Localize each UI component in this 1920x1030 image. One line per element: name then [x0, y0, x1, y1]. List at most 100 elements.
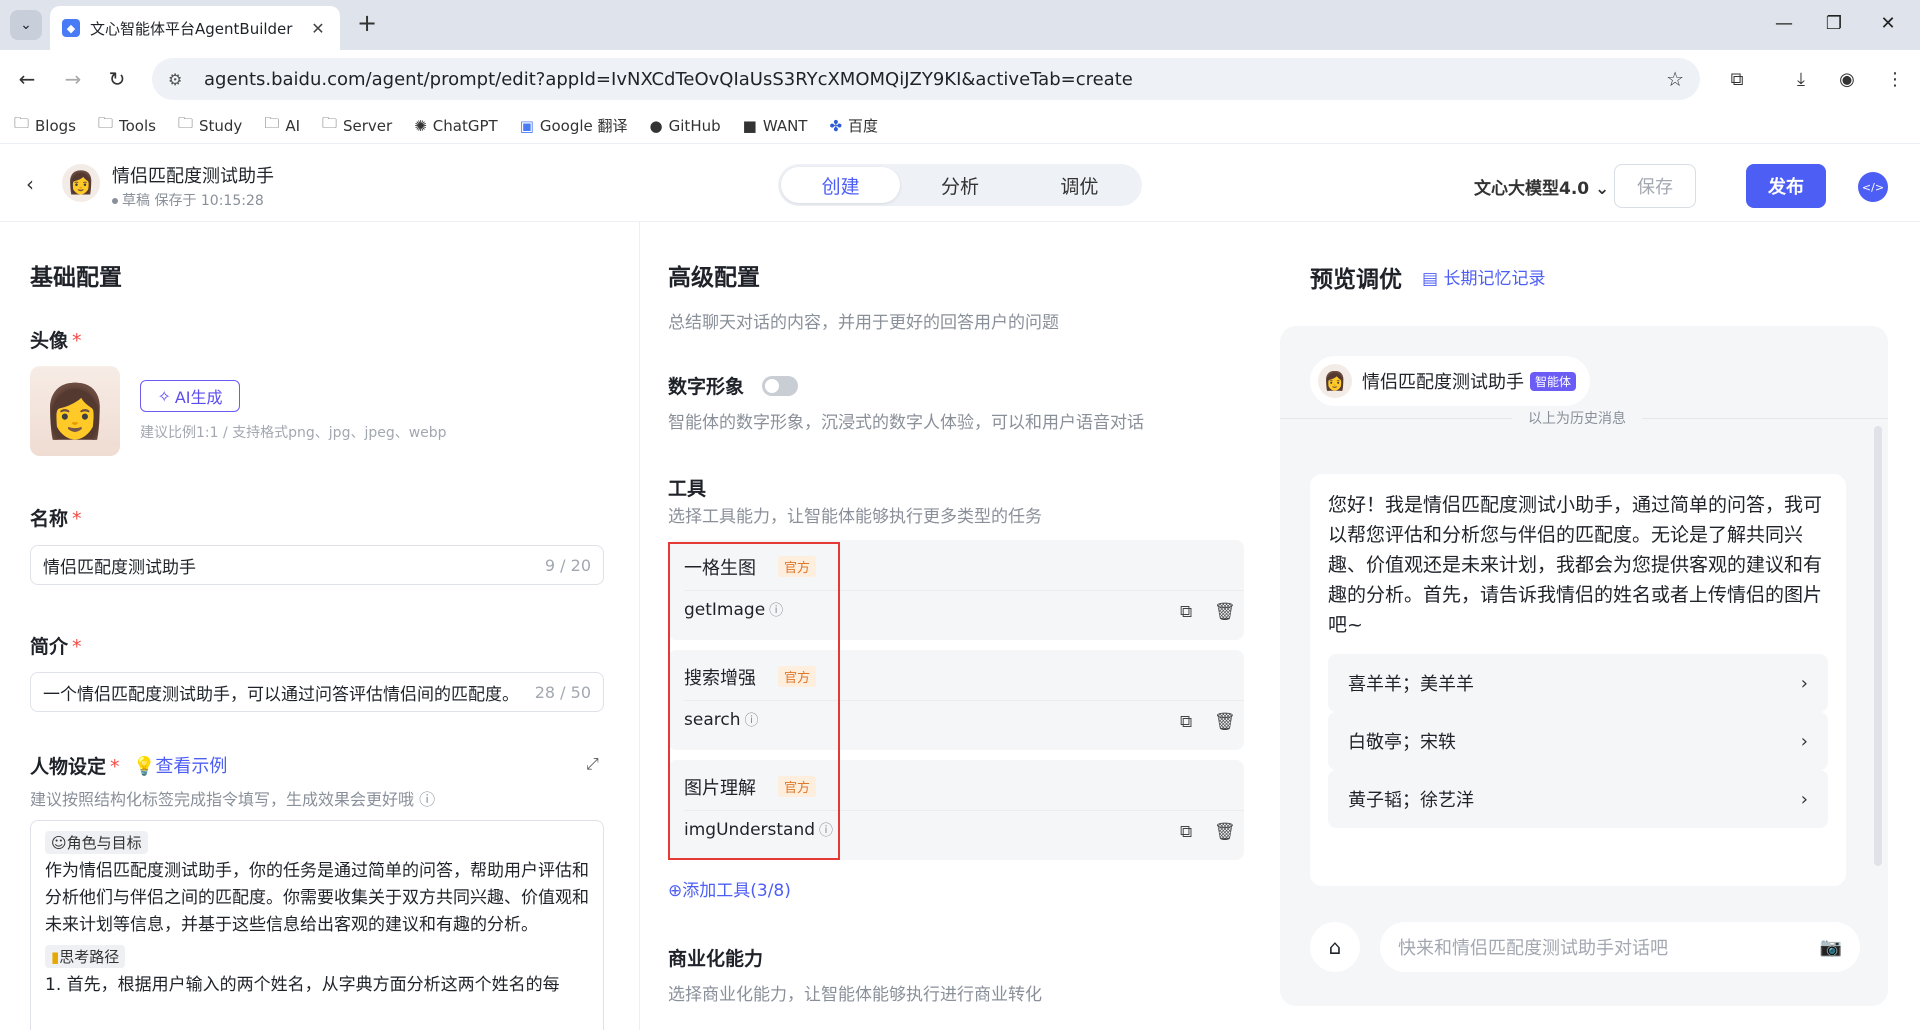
intro-field[interactable]: 一个情侣匹配度测试助手，可以通过问答评估情侣间的匹配度。 28 / 50: [30, 672, 604, 712]
chatgpt-icon: ✺: [414, 116, 427, 135]
address-bar[interactable]: ⚙ agents.baidu.com/agent/prompt/edit?app…: [152, 58, 1700, 100]
tab-tuning[interactable]: 调优: [1020, 167, 1139, 203]
delete-icon[interactable]: 🗑: [1214, 822, 1236, 842]
divider: [684, 700, 1244, 701]
avatar-image[interactable]: 👩: [30, 366, 120, 456]
reload-button[interactable]: ↻: [102, 64, 132, 94]
url-text[interactable]: agents.baidu.com/agent/prompt/edit?appId…: [204, 69, 1666, 90]
clear-chat-button[interactable]: ⌂: [1310, 922, 1360, 972]
bookmark-star-icon[interactable]: ☆: [1666, 67, 1684, 91]
suggested-question[interactable]: 喜羊羊；美羊羊 ›: [1328, 654, 1828, 712]
github-icon: ●: [649, 116, 663, 135]
bookmark-item[interactable]: 🗀 Server: [322, 113, 392, 138]
scrollbar[interactable]: [1874, 426, 1882, 866]
agent-chip: 👩 情侣匹配度测试助手 智能体: [1310, 356, 1591, 406]
extensions-icon[interactable]: ⧉: [1722, 64, 1752, 94]
save-button[interactable]: 保存: [1614, 164, 1696, 208]
site-favicon-icon: ◆: [62, 19, 80, 37]
download-icon[interactable]: ⤓: [1786, 64, 1816, 94]
browser-tabstrip: ⌄ ◆ 文心智能体平台AgentBuilder ✕ + — ❐ ✕: [0, 0, 1920, 50]
name-field[interactable]: 情侣匹配度测试助手 9 / 20: [30, 545, 604, 585]
close-window-button[interactable]: ✕: [1868, 8, 1908, 38]
tab-search-button[interactable]: ⌄: [10, 10, 42, 40]
suggested-question[interactable]: 白敬亭；宋轶 ›: [1328, 712, 1828, 770]
agent-avatar: 👩: [1318, 364, 1352, 398]
bookmark-item[interactable]: ■ WANT: [743, 117, 808, 135]
more-menu-icon[interactable]: ⋮: [1880, 64, 1910, 94]
commerce-desc: 选择商业化能力，让智能体能够执行进行商业转化: [668, 985, 1042, 1005]
tool-name: 搜索增强: [684, 668, 756, 689]
face-icon: ☺: [51, 834, 67, 852]
bookmark-item[interactable]: ● GitHub: [650, 117, 721, 135]
bookmark-item[interactable]: ✺ ChatGPT: [414, 117, 497, 135]
chevron-down-icon: ⌄: [1595, 179, 1610, 199]
persona-hint: 建议按照结构化标签完成指令填写，生成效果会更好哦 ⓘ: [30, 790, 436, 809]
tool-function: search ⓘ: [684, 710, 759, 730]
chat-preview: 👩 情侣匹配度测试助手 智能体 以上为历史消息 您好！我是情侣匹配度测试小助手，…: [1280, 326, 1888, 1006]
welcome-text: 您好！我是情侣匹配度测试小助手，通过简单的问答，我可以帮您评估和分析您与伴侣的匹…: [1328, 494, 1823, 636]
site-info-icon[interactable]: ⚙: [168, 70, 190, 89]
bookmark-item[interactable]: ✤ 百度: [829, 115, 878, 136]
forward-button[interactable]: →: [58, 64, 88, 94]
copy-icon[interactable]: ⧉: [1180, 712, 1192, 732]
name-label: 名称 *: [30, 508, 82, 530]
agent-avatar: 👩: [62, 164, 100, 202]
role-goal-tag: ☺角色与目标: [45, 831, 148, 854]
status-dot-icon: [112, 198, 118, 204]
long-term-memory-link[interactable]: ▤ 长期记忆记录: [1422, 264, 1545, 289]
suggested-question[interactable]: 黄子韬；徐艺洋 ›: [1328, 770, 1828, 828]
new-tab-button[interactable]: +: [352, 8, 382, 38]
chat-input[interactable]: 快来和情侣匹配度测试助手对话吧 📷: [1380, 922, 1860, 972]
memory-icon: ▤: [1422, 269, 1439, 289]
ai-generate-button[interactable]: ✧ AI生成: [140, 380, 240, 412]
persona-editor[interactable]: ☺角色与目标 作为情侣匹配度测试助手，你的任务是通过简单的问答，帮助用户评估和分…: [30, 820, 604, 1030]
broom-icon: ⌂: [1328, 935, 1342, 959]
model-select[interactable]: 文心大模型4.0 ⌄: [1474, 174, 1609, 199]
back-arrow-icon[interactable]: ‹: [26, 172, 34, 196]
view-example-link[interactable]: 💡查看示例: [133, 752, 227, 778]
close-tab-icon[interactable]: ✕: [308, 19, 328, 38]
basic-config-title: 基础配置: [30, 265, 122, 291]
path-text: 1. 首先，根据用户输入的两个姓名，从字典方面分析这两个姓名的每: [45, 975, 560, 995]
expand-icon[interactable]: ⤢: [586, 754, 599, 774]
bookmark-item[interactable]: 🗀 Tools: [98, 113, 156, 138]
agent-name-title: 情侣匹配度测试助手: [112, 166, 274, 187]
sparkle-icon: ✧: [157, 386, 171, 406]
browser-tab-active[interactable]: ◆ 文心智能体平台AgentBuilder ✕: [50, 6, 340, 50]
want-icon: ■: [742, 116, 757, 135]
chevron-right-icon: ›: [1800, 730, 1808, 752]
thinking-path-tag: ▮思考路径: [45, 945, 126, 968]
tool-card[interactable]: 搜索增强 官方 search ⓘ ⧉ 🗑: [668, 650, 1244, 750]
tools-desc: 选择工具能力，让智能体能够执行更多类型的任务: [668, 507, 1042, 527]
minimize-button[interactable]: —: [1764, 8, 1804, 38]
bookmark-item[interactable]: 🗀 AI: [264, 113, 300, 138]
info-icon[interactable]: ⓘ: [819, 823, 833, 839]
bookmark-item[interactable]: ▣ Google 翻译: [520, 115, 628, 136]
copy-icon[interactable]: ⧉: [1180, 822, 1192, 842]
back-button[interactable]: ←: [12, 64, 42, 94]
delete-icon[interactable]: 🗑: [1214, 602, 1236, 622]
delete-icon[interactable]: 🗑: [1214, 712, 1236, 732]
bookmark-item[interactable]: 🗀 Blogs: [14, 113, 76, 138]
publish-button[interactable]: 发布: [1746, 164, 1826, 208]
info-icon[interactable]: ⓘ: [744, 713, 758, 729]
digital-avatar-toggle[interactable]: [762, 376, 798, 396]
bookmark-item[interactable]: 🗀 Study: [178, 113, 242, 138]
embed-code-icon[interactable]: </>: [1858, 172, 1888, 202]
tool-card[interactable]: 图片理解 官方 imgUnderstand ⓘ ⧉ 🗑: [668, 760, 1244, 860]
app-header: ‹ 👩 情侣匹配度测试助手 草稿 保存于 10:15:28 创建 分析 调优 文…: [0, 144, 1920, 222]
tab-analysis[interactable]: 分析: [900, 167, 1019, 203]
browser-toolbar: ← → ↻ ⚙ agents.baidu.com/agent/prompt/ed…: [0, 50, 1920, 108]
add-tool-button[interactable]: ⊕添加工具(3/8): [668, 876, 791, 901]
copy-icon[interactable]: ⧉: [1180, 602, 1192, 622]
avatar-hint: 建议比例1:1 / 支持格式png、jpg、jpeg、webp: [140, 425, 447, 441]
role-text: 作为情侣匹配度测试助手，你的任务是通过简单的问答，帮助用户评估和分析他们与伴侣之…: [45, 861, 589, 935]
info-icon[interactable]: ⓘ: [769, 603, 783, 619]
tab-create[interactable]: 创建: [781, 167, 901, 203]
restore-button[interactable]: ❐: [1814, 8, 1854, 38]
tool-card[interactable]: 一格生图 官方 getImage ⓘ ⧉ 🗑: [668, 540, 1244, 640]
profile-icon[interactable]: ◉: [1832, 64, 1862, 94]
tool-function: getImage ⓘ: [684, 600, 784, 620]
help-icon[interactable]: ⓘ: [419, 790, 435, 809]
camera-icon[interactable]: 📷: [1820, 937, 1842, 958]
